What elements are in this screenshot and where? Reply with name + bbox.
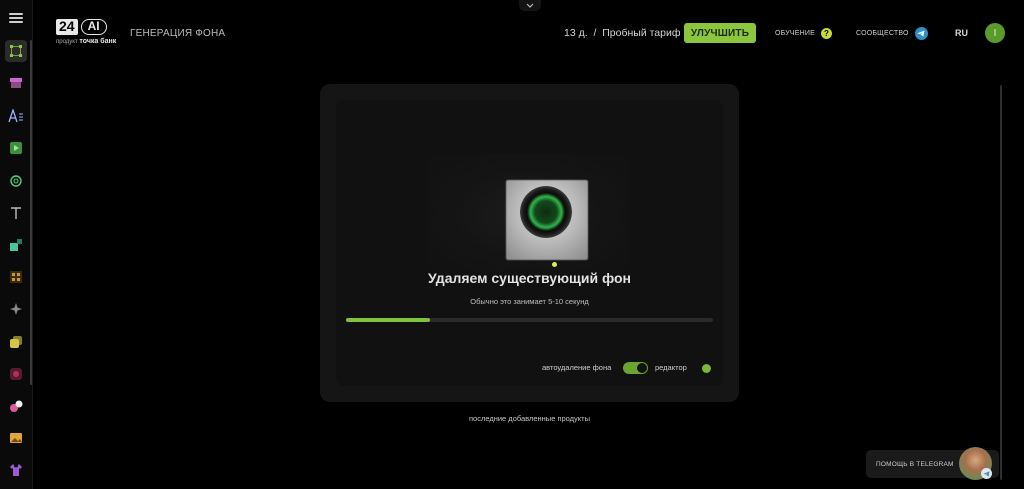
editor-label: редактор [655,363,687,372]
help-icon: ? [821,28,833,39]
trial-plan: Пробный тариф [602,27,681,39]
page-title: ГЕНЕРАЦИЯ ФОНА [130,28,226,39]
language-selector[interactable]: RU [955,28,968,38]
main-scrollbar[interactable] [1000,85,1002,480]
processing-card: Удаляем существующий фон Обычно это зани… [320,84,739,402]
status-hint: Обычно это занимает 5-10 секунд [470,297,589,306]
chevron-down-icon[interactable] [519,0,541,11]
status-dot [552,262,557,267]
progress-bar [346,318,713,322]
image-icon[interactable] [5,427,27,449]
text-ai-icon[interactable] [5,105,27,127]
openai-icon[interactable] [5,170,27,192]
hamburger-menu-icon[interactable] [9,13,23,23]
progress-fill [346,318,431,322]
learning-link[interactable]: ОБУЧЕНИЕ ? [775,28,833,39]
upgrade-button[interactable]: УЛУЧШИТЬ [684,23,756,43]
learning-label: ОБУЧЕНИЕ [775,30,816,37]
logo-sub-prefix: продукт [56,39,78,45]
sparkle-icon[interactable] [5,298,27,320]
auto-remove-toggle[interactable] [623,362,648,374]
recent-products-label: последние добавленные продукты [468,414,590,423]
status-title: Удаляем существующий фон [427,270,632,286]
telegram-badge-icon [981,468,992,479]
trial-separator: / [593,27,597,39]
logo-ai: AI [80,19,107,35]
sidebar [0,0,33,489]
telegram-help-label: ПОМОЩЬ В TELEGRAM [876,460,954,468]
editor-radio[interactable] [702,364,711,373]
paint-icon[interactable] [5,395,27,417]
shapes-icon[interactable] [5,234,27,256]
logo-sub-brand: точка банк [79,38,117,45]
processing-card-inner [336,100,723,386]
logo[interactable]: 24 AI продукт точка банк [56,19,116,45]
sidebar-scrollbar[interactable] [30,40,32,385]
grid-nodes-icon[interactable] [5,40,27,62]
video-icon[interactable] [5,137,27,159]
loading-ring-icon [520,186,572,238]
logo-subtitle: продукт точка банк [56,38,116,45]
logo-number: 24 [56,19,78,35]
trial-status: 13 д. / Пробный тариф [564,27,681,39]
grid-dots-icon[interactable] [5,266,27,288]
auto-remove-label: автоудаление фона [542,363,612,372]
trial-days: 13 д. [564,27,588,39]
text-icon[interactable] [5,202,27,224]
shirt-icon[interactable] [5,459,27,481]
store-icon[interactable] [5,72,27,94]
telegram-icon [914,27,928,40]
stamp-icon[interactable] [5,363,27,385]
layers-icon[interactable] [5,331,27,353]
options-row: автоудаление фона редактор [320,362,739,374]
community-label: СООБЩЕСТВО [856,30,909,37]
community-link[interactable]: СООБЩЕСТВО [856,27,928,40]
user-avatar[interactable]: I [985,23,1005,43]
